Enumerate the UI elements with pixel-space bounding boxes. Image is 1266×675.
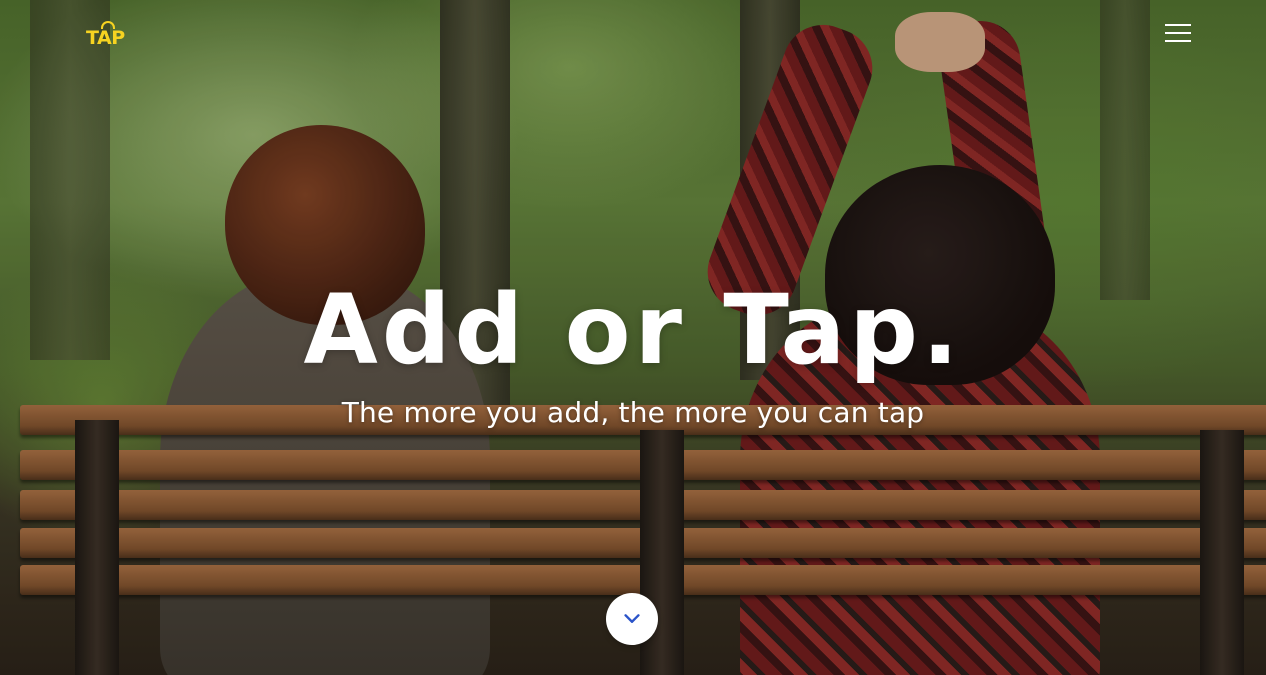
hero-subtitle: The more you add, the more you can tap	[341, 396, 925, 429]
hamburger-menu-icon	[1165, 24, 1191, 26]
logo-text: TAP	[86, 27, 125, 49]
menu-button[interactable]	[1163, 22, 1193, 44]
logo-arc-icon	[101, 21, 115, 29]
scroll-down-button[interactable]	[606, 593, 658, 645]
logo[interactable]: TAP	[86, 21, 128, 49]
hero-title: Add or Tap.	[303, 274, 963, 386]
chevron-down-icon	[624, 614, 640, 623]
hero-section: TAP Add or Tap. The more you add, the mo…	[0, 0, 1266, 675]
